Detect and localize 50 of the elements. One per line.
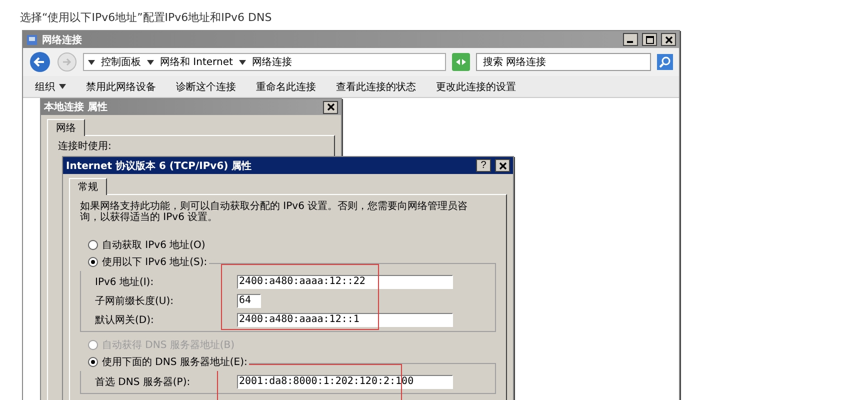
field-label: 默认网关(D):	[95, 314, 155, 326]
maximize-icon	[646, 36, 654, 44]
toolbar-item[interactable]: 重命名此连接	[256, 80, 316, 94]
caption-text: 选择“使用以下IPv6地址”配置IPv6地址和IPv6 DNS	[20, 10, 272, 25]
close-button[interactable]	[661, 33, 676, 46]
field-label: 首选 DNS 服务器(P):	[95, 376, 192, 388]
maximize-button[interactable]	[642, 33, 657, 46]
description-text: 如果网络支持此功能，则可以自动获取分配的 IPv6 设置。否则，您需要向网络管理员咨询，以获得适当的 IPv6 设置。	[80, 201, 469, 223]
search-icon[interactable]	[657, 54, 673, 70]
tab[interactable]: 网络	[47, 119, 85, 136]
field-label: 子网前缀长度(U):	[95, 294, 174, 308]
toolbar-item[interactable]: 更改此连接的设置	[436, 80, 516, 94]
toolbar-item[interactable]: 查看此连接的状态	[336, 80, 416, 94]
caret-icon	[88, 60, 95, 64]
radio-button[interactable]	[88, 357, 98, 367]
window-title: 网络连接	[42, 34, 83, 46]
radio-option[interactable]: 使用以下 IPv6 地址(S):	[88, 255, 208, 269]
close-icon	[498, 162, 506, 170]
label-text: 连接时使用:	[58, 140, 112, 153]
radio-button[interactable]	[88, 240, 98, 250]
caret-icon	[59, 84, 66, 89]
radio-button[interactable]	[88, 257, 98, 267]
address-bar[interactable]: 控制面板 网络和 Internet 网络连接	[83, 53, 446, 71]
caret-icon	[238, 60, 246, 64]
field-label: IPv6 地址(I):	[95, 276, 155, 288]
input-field[interactable]: 2400:a480:aaaa:12::1	[237, 312, 453, 326]
toolbar-item[interactable]: 禁用此网络设备	[86, 80, 156, 94]
close-icon	[326, 103, 334, 111]
dialog-title: 本地连接 属性	[44, 100, 108, 114]
close-button[interactable]	[495, 159, 510, 172]
toolbar-item[interactable]: 诊断这个连接	[176, 80, 236, 94]
input-field[interactable]: 64	[237, 294, 261, 308]
tab[interactable]: 常规	[69, 178, 107, 195]
back-icon[interactable]	[29, 51, 51, 73]
search-field[interactable]: 搜索 网络连接	[476, 53, 651, 71]
close-icon	[664, 36, 672, 44]
refresh-icon[interactable]	[452, 53, 470, 71]
input-field[interactable]: 2400:a480:aaaa:12::22	[237, 274, 453, 288]
dialog-title: Internet 协议版本 6 (TCP/IPv6) 属性	[66, 160, 253, 172]
radio-option[interactable]: 自动获取 IPv6 地址(O)	[88, 238, 496, 252]
caret-icon	[147, 60, 154, 64]
network-icon	[26, 34, 38, 46]
breadcrumb-item[interactable]: 网络和 Internet	[160, 55, 233, 69]
breadcrumb-item[interactable]: 控制面板	[101, 55, 141, 69]
toolbar-item[interactable]: 组织	[35, 80, 66, 94]
breadcrumb-item[interactable]: 网络连接	[252, 55, 292, 69]
minimize-button[interactable]	[623, 33, 638, 46]
help-button[interactable]: ?	[476, 159, 491, 172]
close-button[interactable]	[323, 100, 338, 114]
radio-option[interactable]: 使用下面的 DNS 服务器地址(E):	[88, 355, 248, 369]
